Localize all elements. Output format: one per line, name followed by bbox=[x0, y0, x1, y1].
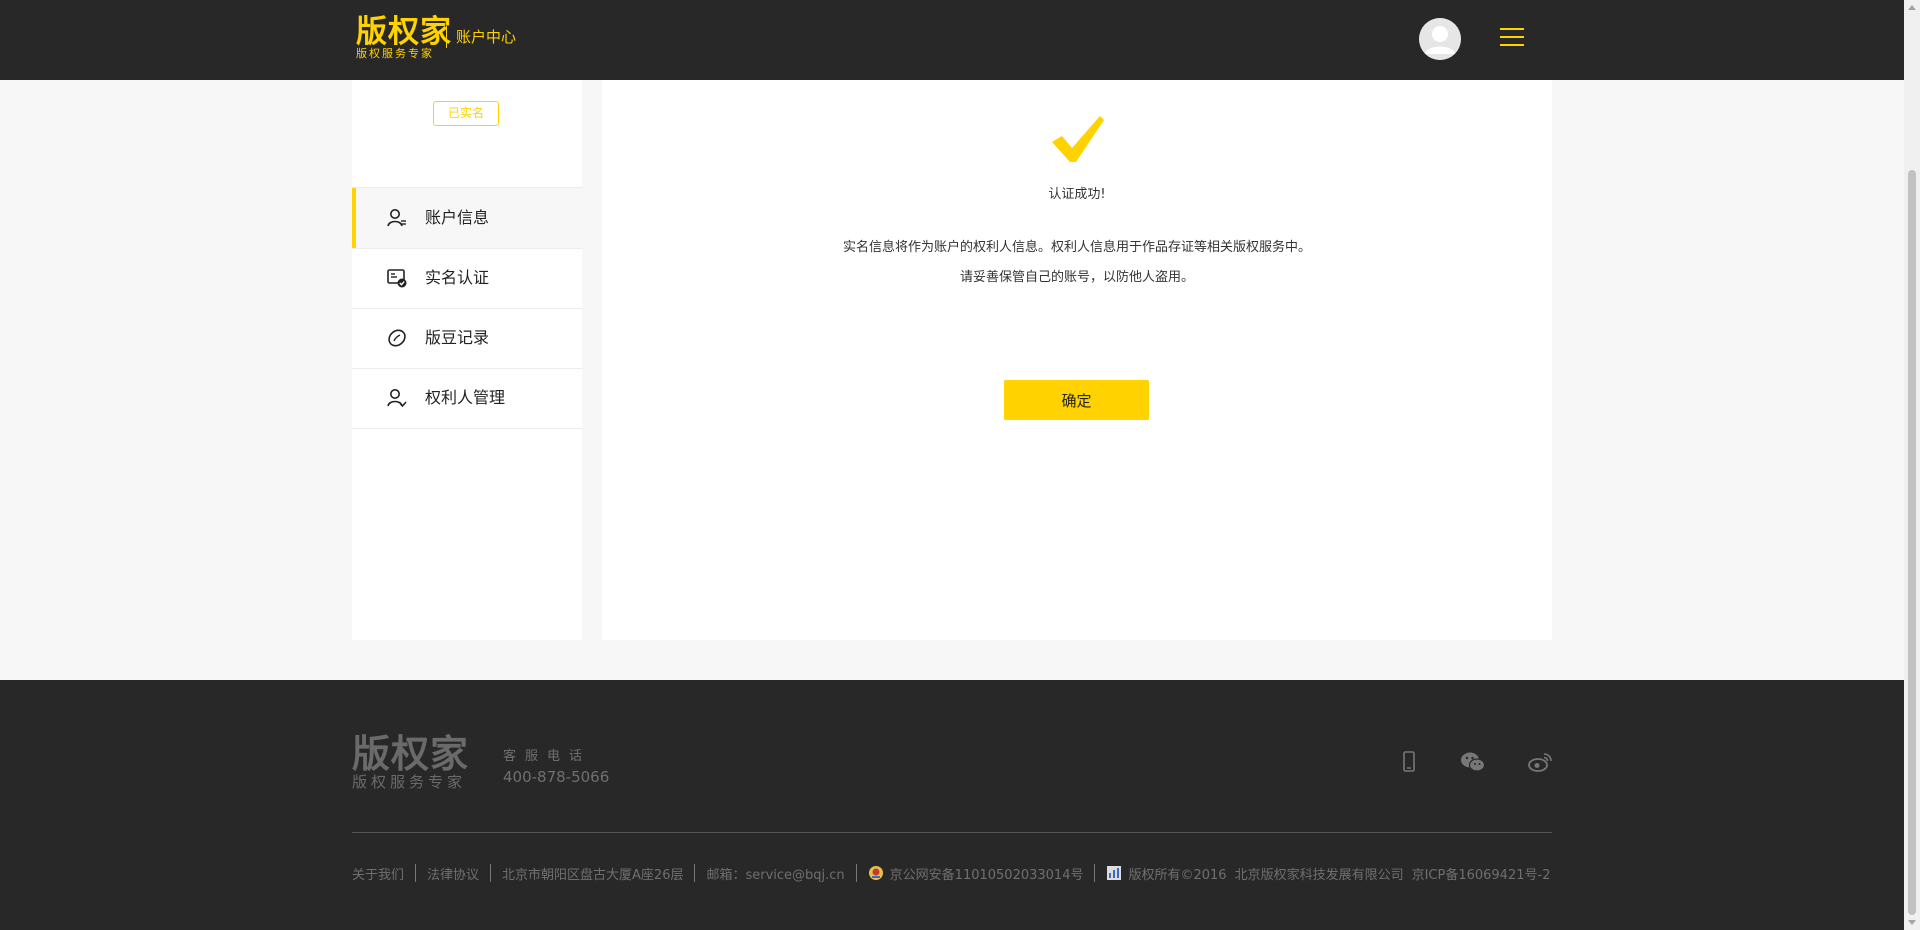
brand-logo-text: 版权家 bbox=[356, 14, 452, 50]
footer-logo-subtext: 版权服务专家 bbox=[352, 773, 467, 791]
sidebar-item-beans[interactable]: 版豆记录 bbox=[352, 308, 582, 368]
sidebar-item-label: 实名认证 bbox=[425, 268, 490, 287]
footer-logo[interactable]: 版权家 版权服务专家 bbox=[352, 735, 469, 791]
company-address: 北京市朝阳区盘古大厦A座26层 bbox=[502, 867, 684, 883]
id-card-check-icon bbox=[387, 269, 407, 288]
verified-badge: 已实名 bbox=[433, 101, 499, 126]
sidebar-item-account-info[interactable]: 账户信息 bbox=[352, 188, 582, 248]
sidebar-item-label: 权利人管理 bbox=[425, 388, 506, 407]
top-navigation-bar: 版权家 版权服务专家 账户中心 bbox=[0, 0, 1904, 80]
user-check-icon bbox=[387, 389, 407, 408]
brand-logo[interactable]: 版权家 版权服务专家 bbox=[356, 16, 452, 60]
user-avatar-icon[interactable] bbox=[1419, 18, 1461, 60]
about-us-link[interactable]: 关于我们 bbox=[352, 864, 404, 883]
success-title: 认证成功! bbox=[1048, 187, 1106, 202]
sidebar-divider bbox=[352, 428, 582, 429]
sidebar-item-rights-holder[interactable]: 权利人管理 bbox=[352, 368, 582, 428]
sidebar-item-real-name[interactable]: 实名认证 bbox=[352, 248, 582, 308]
checkmark-icon bbox=[1052, 116, 1104, 162]
verification-result-panel: 认证成功! 实名信息将作为账户的权利人信息。权利人信息用于作品存证等相关版权服务… bbox=[602, 80, 1552, 640]
account-sidebar: 已实名 账户信息 实名认证 版豆记录 权利人管理 bbox=[352, 80, 582, 640]
contact-email[interactable]: 邮箱：service@bqj.cn bbox=[706, 864, 844, 883]
footer-divider bbox=[352, 832, 1552, 833]
company-name: 北京版权家科技发展有限公司 bbox=[1234, 867, 1404, 883]
confirm-button[interactable]: 确定 bbox=[1004, 380, 1149, 420]
scroll-down-arrow-icon[interactable] bbox=[1908, 920, 1916, 925]
header-divider bbox=[446, 26, 447, 48]
wechat-icon[interactable] bbox=[1460, 750, 1486, 774]
service-phone-number: 400-878-5066 bbox=[503, 768, 610, 786]
bean-icon bbox=[388, 329, 406, 347]
scrollbar-thumb[interactable] bbox=[1908, 170, 1916, 915]
account-center-title[interactable]: 账户中心 bbox=[456, 27, 516, 47]
weibo-icon[interactable] bbox=[1527, 750, 1553, 774]
copyright-text: 版权所有©2016 bbox=[1128, 867, 1227, 883]
footer-links: 关于我们 法律协议 北京市朝阳区盘古大厦A座26层 邮箱：service@bqj… bbox=[352, 863, 1550, 883]
bar-chart-icon bbox=[1107, 866, 1122, 880]
user-info-icon bbox=[387, 209, 406, 227]
scroll-up-arrow-icon[interactable] bbox=[1908, 5, 1916, 10]
vertical-scrollbar[interactable] bbox=[1904, 0, 1920, 930]
service-phone-label: 客服电话 bbox=[503, 749, 592, 764]
police-emblem-icon bbox=[868, 866, 883, 880]
info-text: 实名信息将作为账户的权利人信息。权利人信息用于作品存证等相关版权服务中。 bbox=[842, 240, 1311, 255]
sidebar-item-label: 版豆记录 bbox=[425, 328, 490, 347]
legal-agreement-link[interactable]: 法律协议 bbox=[427, 864, 479, 883]
police-record-link[interactable]: 京公网安备11010502033014号 bbox=[890, 864, 1084, 883]
sidebar-item-label: 账户信息 bbox=[425, 208, 490, 227]
hamburger-menu-icon[interactable] bbox=[1500, 28, 1524, 48]
icp-record-link[interactable]: 京ICP备16069421号-2 bbox=[1412, 864, 1551, 883]
mobile-phone-icon[interactable] bbox=[1396, 750, 1422, 774]
footer-logo-text: 版权家 bbox=[352, 732, 470, 776]
page-footer: 版权家 版权服务专家 客服电话 400-878-5066 关于我们 法律协议 北… bbox=[0, 680, 1904, 930]
warning-text: 请妥善保管自己的账号，以防他人盗用。 bbox=[959, 270, 1194, 285]
